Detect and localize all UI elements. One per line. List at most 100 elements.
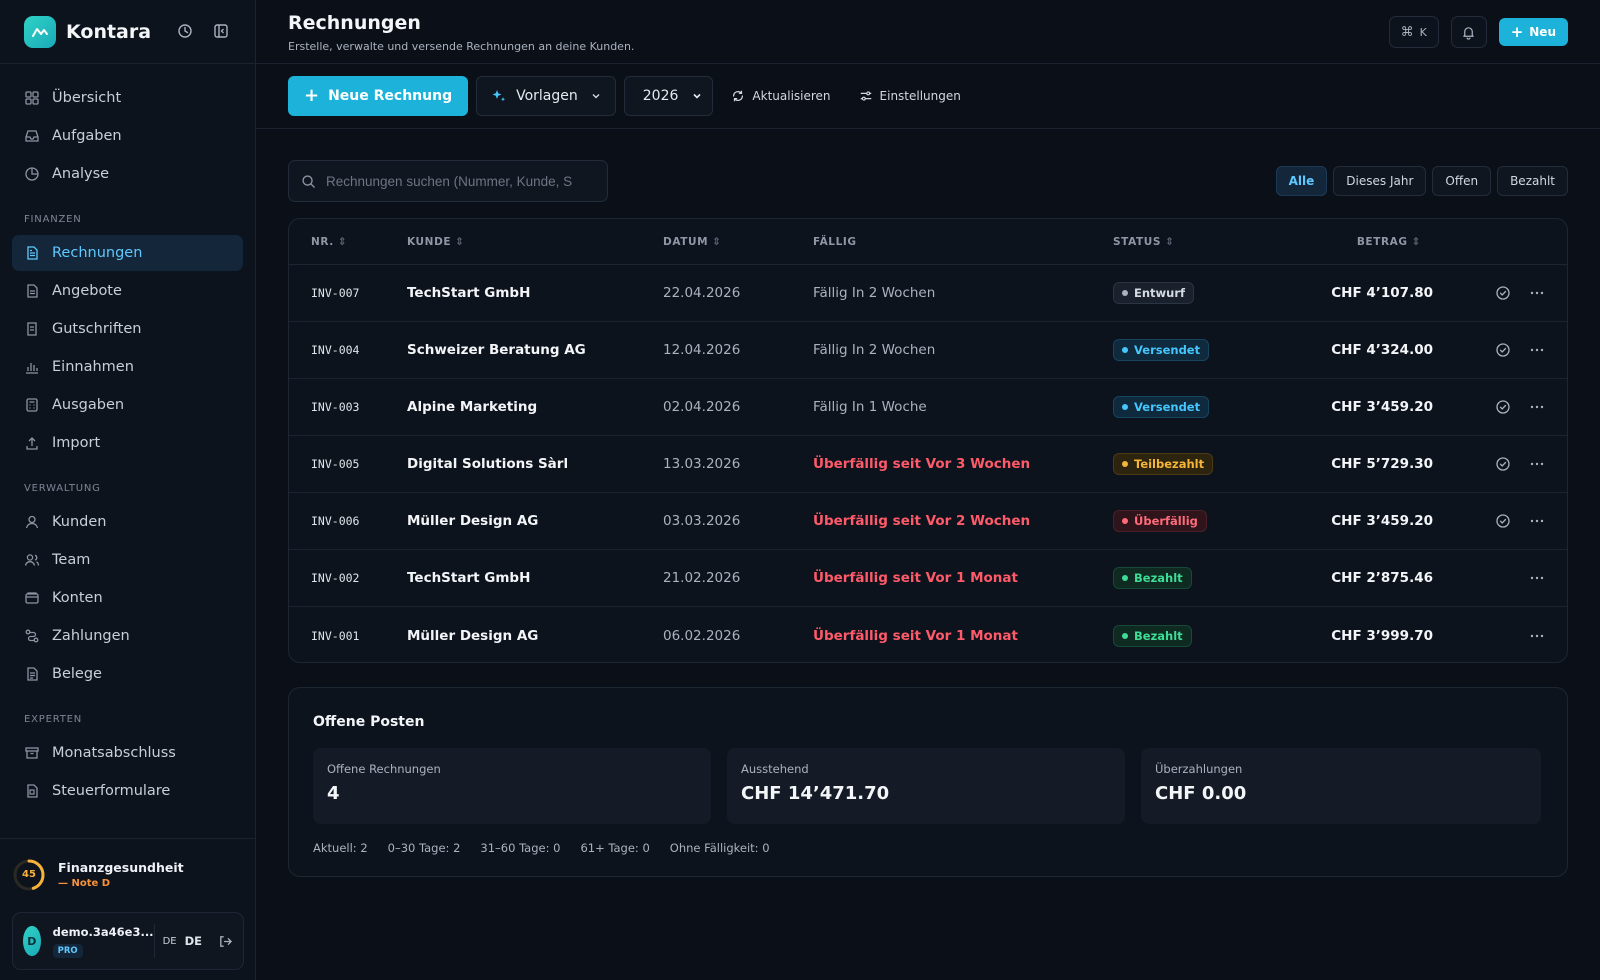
summary-card-value: CHF 0.00	[1155, 783, 1247, 804]
status-badge: Versendet	[1113, 396, 1210, 418]
filter-bezahlt[interactable]: Bezahlt	[1497, 166, 1568, 196]
notifications-button[interactable]	[1450, 16, 1487, 48]
file-icon	[24, 283, 40, 299]
sidebar-item-ubersicht[interactable]: Übersicht	[12, 80, 243, 116]
invoice-search[interactable]	[288, 160, 608, 202]
health-note: — Note D	[58, 878, 111, 889]
column-header-status[interactable]: STATUS ⇕	[1113, 236, 1283, 248]
sidebar-item-label: Einnahmen	[52, 359, 134, 375]
sidebar-item-belege[interactable]: Belege	[12, 656, 243, 692]
templates-dropdown[interactable]: Vorlagen	[476, 76, 616, 116]
mark-paid-icon[interactable]	[1495, 513, 1511, 529]
due-status: Überfällig seit Vor 2 Wochen	[813, 513, 1031, 529]
filter-alle[interactable]: Alle	[1275, 166, 1328, 196]
more-options-icon[interactable]	[1529, 628, 1545, 644]
mark-paid-icon[interactable]	[1495, 456, 1511, 472]
column-header-label: BETRAG	[1356, 235, 1408, 248]
sidebar-item-konten[interactable]: Konten	[12, 580, 243, 616]
column-header-datum[interactable]: DATUM ⇕	[663, 236, 813, 248]
filter-chips: Alle Dieses Jahr Offen Bezahlt	[1275, 166, 1568, 196]
search-input[interactable]	[326, 173, 594, 189]
status-badge: Versendet	[1113, 339, 1210, 361]
collapse-sidebar-icon[interactable]	[213, 23, 231, 41]
sidebar-item-ausgaben[interactable]: Ausgaben	[12, 387, 243, 423]
new-invoice-button[interactable]: + Neue Rechnung	[288, 76, 469, 116]
more-options-icon[interactable]	[1529, 456, 1545, 472]
financial-health[interactable]: 45 Finanzgesundheit — Note D	[0, 838, 255, 910]
user-card[interactable]: D demo.3a46e3... PRO DE DE	[12, 912, 244, 970]
mark-paid-icon[interactable]	[1495, 285, 1511, 301]
column-header-nr[interactable]: NR. ⇕	[289, 236, 407, 248]
new-button[interactable]: + Neu	[1498, 18, 1568, 46]
sidebar-item-label: Angebote	[52, 283, 122, 299]
sidebar-item-einnahmen[interactable]: Einnahmen	[12, 349, 243, 385]
sidebar-item-angebote[interactable]: Angebote	[12, 273, 243, 309]
more-options-icon[interactable]	[1529, 285, 1545, 301]
summary-card-label: Offene Rechnungen	[327, 762, 441, 776]
status-label: Bezahlt	[1134, 628, 1183, 643]
status-label: Teilbezahlt	[1134, 457, 1205, 471]
health-score-ring: 45	[12, 858, 46, 892]
status-badge: Bezahlt	[1113, 567, 1192, 589]
sidebar-item-kunden[interactable]: Kunden	[12, 504, 243, 540]
more-options-icon[interactable]	[1529, 570, 1545, 586]
more-options-icon[interactable]	[1529, 342, 1545, 358]
plan-badge: PRO	[52, 943, 83, 958]
sidebar-item-team[interactable]: Team	[12, 542, 243, 578]
sidebar-item-zahlungen[interactable]: Zahlungen	[12, 618, 243, 654]
invoice-amount: CHF 4’107.80	[1331, 285, 1433, 301]
sidebar-item-aufgaben[interactable]: Aufgaben	[12, 118, 243, 154]
column-header-betrag[interactable]: BETRAG ⇕	[1283, 236, 1433, 248]
sidebar-item-rechnungen[interactable]: Rechnungen	[12, 235, 243, 271]
customer-name: Müller Design AG	[407, 513, 539, 529]
upload-icon	[24, 435, 40, 451]
filter-dieses-jahr[interactable]: Dieses Jahr	[1333, 166, 1427, 196]
chevron-down-icon	[591, 91, 601, 101]
column-header-kunde[interactable]: KUNDE ⇕	[407, 236, 663, 248]
table-row[interactable]: INV-002 TechStart GmbH 21.02.2026 Überfälli…	[289, 550, 1567, 607]
settings-button[interactable]: Einstellungen	[849, 76, 971, 116]
sidebar-item-label: Konten	[52, 590, 103, 606]
health-title: Finanzgesundheit	[58, 860, 184, 875]
grid-icon	[24, 90, 40, 106]
invoice-amount: CHF 3’459.20	[1331, 399, 1433, 415]
status-dot	[1122, 518, 1128, 524]
more-options-icon[interactable]	[1529, 513, 1545, 529]
sidebar-item-label: Übersicht	[52, 90, 122, 106]
table-row[interactable]: INV-001 Müller Design AG 06.02.2026 Überfäl…	[289, 607, 1567, 662]
open-items-title: Offene Posten	[313, 714, 425, 730]
page-title: Rechnungen	[288, 12, 421, 34]
shortcut-key: K	[1419, 25, 1427, 39]
sidebar-item-label: Kunden	[52, 514, 107, 530]
due-status: Überfällig seit Vor 1 Monat	[813, 570, 1018, 586]
table-row[interactable]: INV-006 Müller Design AG 03.03.2026 Überfäl…	[289, 493, 1567, 550]
filter-offen[interactable]: Offen	[1432, 166, 1492, 196]
due-status: Fällig In 1 Woche	[813, 399, 927, 415]
table-row[interactable]: INV-005 Digital Solutions Sàrl 13.03.2026 Ü…	[289, 436, 1567, 493]
language-switcher[interactable]: DE	[185, 934, 202, 948]
mark-paid-icon[interactable]	[1495, 342, 1511, 358]
table-row[interactable]: INV-004 Schweizer Beratung AG 12.04.2026 Fä…	[289, 322, 1567, 379]
avatar[interactable]: D	[23, 926, 41, 956]
column-header-label: FÄLLIG	[813, 235, 857, 248]
sidebar-item-gutschriften[interactable]: Gutschriften	[12, 311, 243, 347]
table-row[interactable]: INV-003 Alpine Marketing 02.04.2026 Fällig …	[289, 379, 1567, 436]
settings-label: Einstellungen	[879, 89, 961, 103]
logout-icon[interactable]	[218, 934, 233, 949]
sidebar-item-monatsabschluss[interactable]: Monatsabschluss	[12, 735, 243, 771]
sidebar-item-label: Analyse	[52, 166, 110, 182]
customer-name: Alpine Marketing	[407, 399, 538, 415]
sidebar-item-import[interactable]: Import	[12, 425, 243, 461]
invoice-number: INV-004	[311, 343, 360, 357]
language-code-small: DE	[162, 935, 177, 947]
year-select[interactable]: 2026	[623, 76, 714, 116]
sidebar-item-analyse[interactable]: Analyse	[12, 156, 243, 192]
history-icon[interactable]	[177, 23, 195, 41]
sidebar-item-steuerformulare[interactable]: Steuerformulare	[12, 773, 243, 809]
command-palette-button[interactable]: ⌘ K	[1388, 16, 1439, 48]
mark-paid-icon[interactable]	[1495, 399, 1511, 415]
refresh-button[interactable]: Aktualisieren	[721, 76, 840, 116]
sort-icon: ⇕	[1411, 235, 1421, 248]
more-options-icon[interactable]	[1529, 399, 1545, 415]
table-row[interactable]: INV-007 TechStart GmbH 22.04.2026 Fällig In…	[289, 265, 1567, 322]
